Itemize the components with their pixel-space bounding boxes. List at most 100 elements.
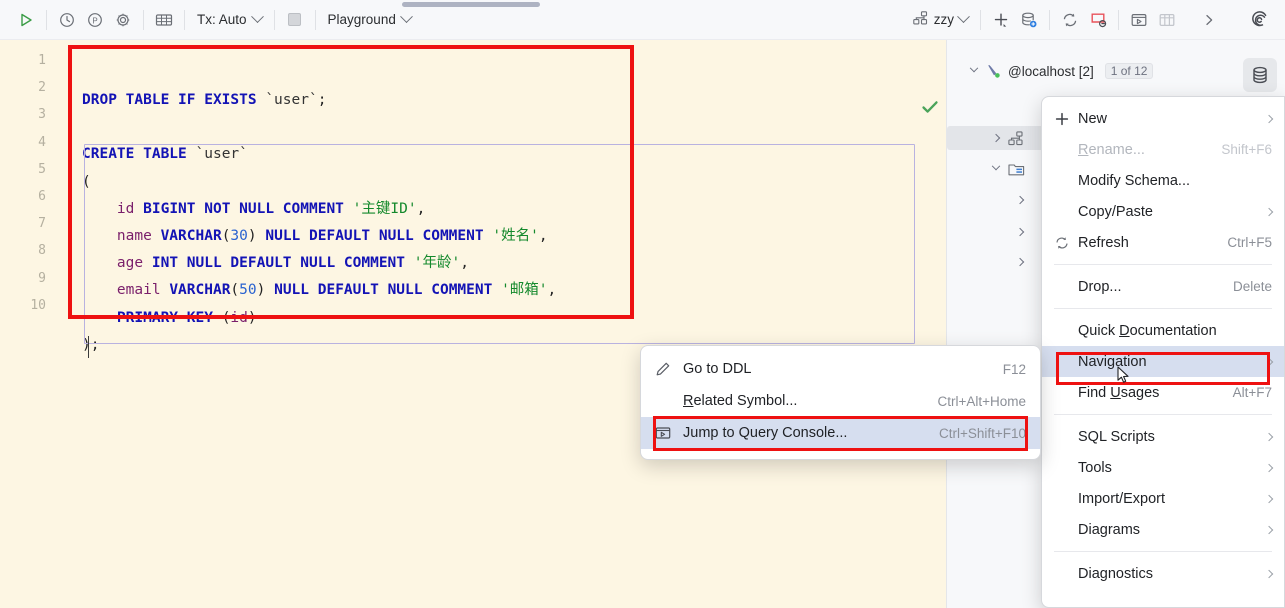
menu-item-quick-documentation[interactable]: Quick Documentation	[1042, 315, 1284, 346]
chevron-right-icon[interactable]	[1195, 6, 1223, 34]
chevron-down-icon	[399, 10, 413, 24]
submenu-item-go-to-ddl[interactable]: Go to DDL F12	[641, 353, 1040, 385]
menu-item-shortcut: Ctrl+Shift+F10	[938, 425, 1026, 441]
menu-item-diagrams[interactable]: Diagrams	[1042, 514, 1284, 545]
menu-item-label: New	[1078, 110, 1108, 127]
database-explorer-icon[interactable]	[1243, 58, 1277, 92]
code-line[interactable]: name VARCHAR(30) NULL DEFAULT NULL COMME…	[82, 223, 556, 250]
run-triangle-icon[interactable]	[12, 6, 40, 34]
code-line[interactable]: email VARCHAR(50) NULL DEFAULT NULL COMM…	[82, 277, 556, 304]
code-token: 50	[239, 282, 257, 299]
navigation-submenu[interactable]: Go to DDL F12 Related Symbol... Ctrl+Alt+Ho…	[640, 345, 1041, 460]
ai-assistant-icon[interactable]	[1245, 6, 1273, 34]
code-line[interactable]: age INT NULL DEFAULT NULL COMMENT '年龄',	[82, 250, 556, 277]
code-token: (	[82, 173, 91, 190]
code-token: )	[256, 282, 275, 299]
horizontal-scrollbar[interactable]	[402, 2, 540, 7]
code-line[interactable]: );	[82, 332, 556, 359]
menu-item-sql-scripts[interactable]: SQL Scripts	[1042, 421, 1284, 452]
code-token: );	[82, 336, 100, 353]
ide-window: P Tx: Auto Playground zzy 1 2 3 4 5 6 7 …	[0, 0, 1285, 608]
tree-row[interactable]	[1013, 188, 1027, 212]
code-token: NULL DEFAULT NULL COMMENT	[265, 228, 493, 245]
open-console-icon[interactable]	[1125, 6, 1153, 34]
data-grid-icon[interactable]	[150, 6, 178, 34]
menu-item-diagnostics[interactable]: Diagnostics	[1042, 558, 1284, 589]
context-menu[interactable]: New Rename... Shift+F6 Modify Schema... Copy…	[1041, 96, 1285, 608]
history-clock-icon[interactable]	[53, 6, 81, 34]
menu-item-tools[interactable]: Tools	[1042, 452, 1284, 483]
chevron-down-icon	[250, 10, 264, 24]
submenu-item-related-symbol[interactable]: Related Symbol... Ctrl+Alt+Home	[641, 385, 1040, 417]
database-add-icon[interactable]	[1015, 6, 1043, 34]
transaction-mode-selector[interactable]: Tx: Auto	[191, 7, 268, 33]
menu-item-navigation[interactable]: Navigation	[1042, 346, 1284, 377]
chevron-down-icon[interactable]	[989, 161, 1003, 176]
tree-row[interactable]	[1013, 250, 1027, 274]
plus-icon[interactable]	[987, 6, 1015, 34]
code-token: name	[116, 228, 152, 245]
menu-item-new[interactable]: New	[1042, 103, 1284, 134]
code-line[interactable]: (	[82, 169, 556, 196]
chevron-right-icon[interactable]	[989, 131, 1003, 145]
tree-row[interactable]: @localhost [2] 1 of 12	[967, 59, 1154, 83]
menu-item-drop[interactable]: Drop... Delete	[1042, 271, 1284, 302]
schema-folder-icon	[1008, 162, 1025, 177]
menu-item-modify-schema[interactable]: Modify Schema...	[1042, 165, 1284, 196]
menu-item-shortcut: Shift+F6	[1221, 142, 1272, 157]
menu-item-label: Find Usages	[1078, 384, 1160, 401]
code-line[interactable]: CREATE TABLE `user`	[82, 141, 556, 168]
menu-item-refresh[interactable]: Refresh Ctrl+F5	[1042, 227, 1284, 258]
session-selector[interactable]: zzy	[907, 7, 974, 33]
toolbar-separator	[980, 9, 981, 30]
line-number: 2	[38, 80, 46, 96]
menu-item-copy-paste[interactable]: Copy/Paste	[1042, 196, 1284, 227]
stop-square-icon[interactable]	[281, 6, 309, 34]
tree-row[interactable]	[989, 157, 1025, 181]
code-token: id	[230, 309, 248, 326]
tree-row[interactable]	[989, 126, 1025, 150]
toolbar-separator	[273, 9, 275, 30]
menu-item-find-usages[interactable]: Find Usages Alt+F7	[1042, 377, 1284, 408]
tree-row[interactable]	[1013, 220, 1027, 244]
chevron-right-icon[interactable]	[1013, 255, 1027, 269]
line-number: 10	[30, 297, 46, 313]
menu-item-shortcut: F12	[1002, 361, 1026, 377]
menu-item-import-export[interactable]: Import/Export	[1042, 483, 1284, 514]
code-line[interactable]: DROP TABLE IF EXISTS `user`;	[82, 87, 556, 114]
code-token: DROP TABLE IF EXISTS	[82, 92, 266, 108]
plus-icon	[1054, 111, 1076, 127]
line-number: 7	[38, 216, 46, 232]
tree-root-badge: 1 of 12	[1104, 63, 1154, 79]
toolbar-separator	[1118, 9, 1119, 30]
code-token: '邮箱'	[501, 282, 548, 299]
chevron-right-icon	[1264, 569, 1274, 578]
chevron-right-icon	[1264, 432, 1274, 441]
schema-selector[interactable]: Playground	[322, 7, 417, 33]
menu-separator	[1054, 414, 1272, 415]
profiler-p-icon[interactable]: P	[81, 6, 109, 34]
menu-item-label: Copy/Paste	[1078, 203, 1153, 220]
sql-code-content[interactable]: DROP TABLE IF EXISTS `user`; CREATE TABL…	[82, 87, 556, 359]
code-line[interactable]	[82, 114, 556, 141]
menu-item-label: Related Symbol...	[683, 393, 798, 409]
refresh-sync-icon[interactable]	[1056, 6, 1084, 34]
sql-editor[interactable]: 1 2 3 4 5 6 7 8 9 10 DROP TABLE IF EXISTS `user`;…	[0, 40, 946, 608]
code-token: INT NULL DEFAULT NULL COMMENT	[151, 255, 414, 272]
code-line[interactable]: id BIGINT NOT NULL COMMENT '主键ID',	[82, 196, 556, 223]
chevron-right-icon[interactable]	[1013, 225, 1027, 239]
code-line[interactable]: PRIMARY KEY (id)	[82, 305, 556, 332]
schema-nodes-icon	[1008, 130, 1025, 146]
gear-icon[interactable]	[109, 6, 137, 34]
chevron-down-icon[interactable]	[967, 63, 981, 78]
table-grid-icon[interactable]	[1153, 6, 1181, 34]
chevron-right-icon	[1264, 525, 1274, 534]
code-token: 30	[230, 228, 248, 245]
cancel-refresh-icon[interactable]	[1084, 6, 1112, 34]
toolbar-separator	[46, 9, 47, 30]
code-token: age	[116, 255, 144, 272]
submenu-item-jump-to-query-console[interactable]: Jump to Query Console... Ctrl+Shift+F10	[641, 417, 1040, 449]
chevron-right-icon[interactable]	[1013, 193, 1027, 207]
